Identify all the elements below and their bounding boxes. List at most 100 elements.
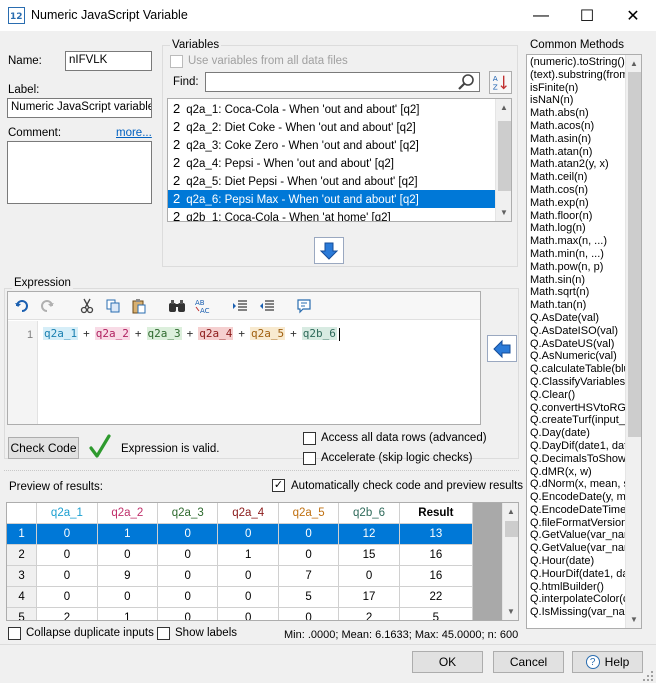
method-item[interactable]: Math.min(n, ...): [527, 248, 625, 261]
insert-method-button[interactable]: [487, 335, 517, 362]
search-icon[interactable]: [457, 73, 475, 91]
method-item[interactable]: Math.floor(n): [527, 210, 625, 223]
cancel-button[interactable]: Cancel: [493, 651, 564, 673]
method-item[interactable]: Q.ClassifyVariables(v: [527, 376, 625, 389]
method-item[interactable]: Q.EncodeDateTime(: [527, 504, 625, 517]
insert-variable-button[interactable]: [314, 237, 344, 264]
scroll-thumb[interactable]: [498, 121, 511, 191]
method-item[interactable]: Math.sin(n): [527, 274, 625, 287]
help-button[interactable]: ? Help: [572, 651, 643, 673]
redo-icon[interactable]: [38, 297, 56, 315]
find-binoculars-icon[interactable]: [168, 297, 186, 315]
undo-icon[interactable]: [13, 297, 31, 315]
more-link[interactable]: more...: [116, 127, 152, 139]
variable-item[interactable]: 2 q2a_2: Diet Coke - When 'out and about'…: [168, 118, 495, 136]
method-item[interactable]: isNaN(n): [527, 94, 625, 107]
method-item[interactable]: Q.calculateTable(blu: [527, 363, 625, 376]
table-row[interactable]: 4 0 0 0 0 5 17 22: [7, 586, 474, 608]
paste-icon[interactable]: [130, 297, 148, 315]
collapse-checkbox[interactable]: [8, 627, 21, 640]
all-sources-checkbox[interactable]: [170, 55, 183, 68]
variable-item[interactable]: 2 q2a_3: Coke Zero - When 'out and about'…: [168, 136, 495, 154]
scroll-up-arrow[interactable]: ▲: [496, 99, 511, 116]
sort-az-button[interactable]: A Z: [489, 71, 512, 94]
check-code-button[interactable]: Check Code: [8, 437, 79, 459]
method-item[interactable]: Math.atan(n): [527, 146, 625, 159]
method-item[interactable]: Q.createTurf(input_c: [527, 414, 625, 427]
close-button[interactable]: ✕: [610, 0, 656, 31]
outdent-icon[interactable]: [258, 297, 276, 315]
grid-scroll-thumb[interactable]: [505, 521, 518, 537]
method-item[interactable]: Math.atan2(y, x): [527, 158, 625, 171]
find-input[interactable]: [205, 72, 480, 92]
method-item[interactable]: Q.Clear(): [527, 389, 625, 402]
label-field[interactable]: Numeric JavaScript variable: [7, 98, 152, 118]
method-item[interactable]: Q.AsDate(val): [527, 312, 625, 325]
method-item[interactable]: Q.fileFormatVersion(: [527, 517, 625, 530]
method-item[interactable]: Math.tan(n): [527, 299, 625, 312]
auto-check-checkbox[interactable]: ✓: [272, 479, 285, 492]
variable-item[interactable]: 2 q2a_4: Pepsi - When 'out and about' [q2…: [168, 154, 495, 172]
method-item[interactable]: Q.Hour(date): [527, 555, 625, 568]
table-row[interactable]: 52100025: [7, 607, 474, 620]
method-item[interactable]: Q.AsNumeric(val): [527, 350, 625, 363]
method-item[interactable]: Q.htmlBuilder(): [527, 581, 625, 594]
variable-item[interactable]: 2 q2a_1: Coca-Cola - When 'out and about'…: [168, 100, 495, 118]
column-header[interactable]: q2a_5: [277, 503, 340, 524]
methods-scroll-thumb[interactable]: [628, 72, 641, 437]
method-item[interactable]: Q.dNorm(x, mean, sd: [527, 478, 625, 491]
method-item[interactable]: Q.DayDif(date1, date: [527, 440, 625, 453]
method-item[interactable]: Q.AsDateUS(val): [527, 338, 625, 351]
copy-icon[interactable]: [104, 297, 122, 315]
variables-list[interactable]: 2 q2a_1: Coca-Cola - When 'out and about'…: [167, 98, 512, 222]
ok-button[interactable]: OK: [412, 651, 483, 673]
cut-icon[interactable]: [78, 297, 96, 315]
methods-scroll-down-arrow[interactable]: ▼: [626, 611, 641, 628]
column-header[interactable]: q2a_1: [36, 503, 98, 524]
method-item[interactable]: Math.exp(n): [527, 197, 625, 210]
column-header[interactable]: q2b_6: [338, 503, 400, 524]
method-item[interactable]: Q.AsDateISO(val): [527, 325, 625, 338]
method-item[interactable]: Q.dMR(x, w): [527, 466, 625, 479]
table-row[interactable]: 1 0 1 0 0 0 12 13: [7, 523, 474, 545]
show-labels-checkbox[interactable]: [157, 627, 170, 640]
method-item[interactable]: Q.IsMissing(var_nam: [527, 606, 625, 619]
method-item[interactable]: Math.abs(n): [527, 107, 625, 120]
method-item[interactable]: Q.GetValue(var_nam: [527, 529, 625, 542]
method-item[interactable]: Q.interpolateColor(co: [527, 593, 625, 606]
variable-item[interactable]: 2 q2b_1: Coca-Cola - When 'at home' [q2]: [168, 208, 495, 221]
variable-item[interactable]: 2 q2a_6: Pepsi Max - When 'out and about'…: [168, 190, 495, 208]
methods-list[interactable]: (numeric).toString() (text).substring(fro…: [526, 54, 642, 629]
scroll-down-arrow[interactable]: ▼: [496, 204, 511, 221]
column-header[interactable]: q2a_3: [157, 503, 219, 524]
method-item[interactable]: Math.asin(n): [527, 133, 625, 146]
method-item[interactable]: Q.EncodeDate(y, m,: [527, 491, 625, 504]
method-item[interactable]: Q.convertHSVtoRGB: [527, 402, 625, 415]
method-item[interactable]: Q.DecimalsToShow(: [527, 453, 625, 466]
grid-scroll-up-arrow[interactable]: ▲: [503, 503, 518, 520]
indent-icon[interactable]: [231, 297, 249, 315]
preview-grid[interactable]: q2a_1 q2a_2 q2a_3 q2a_4 q2a_5 q2b_6 Result 1 0 1 0…: [6, 502, 519, 621]
method-item[interactable]: Math.sqrt(n): [527, 286, 625, 299]
replace-icon[interactable]: AB AC: [194, 297, 212, 315]
method-item[interactable]: (numeric).toString(): [527, 56, 625, 69]
methods-scroll-up-arrow[interactable]: ▲: [626, 55, 641, 72]
method-item[interactable]: Math.pow(n, p): [527, 261, 625, 274]
variables-scrollbar[interactable]: ▲ ▼: [495, 99, 511, 221]
column-header[interactable]: q2a_4: [217, 503, 279, 524]
column-header[interactable]: q2a_2: [96, 503, 159, 524]
method-item[interactable]: Math.acos(n): [527, 120, 625, 133]
method-item[interactable]: Math.log(n): [527, 222, 625, 235]
method-item[interactable]: Math.cos(n): [527, 184, 625, 197]
variable-item[interactable]: 2 q2a_5: Diet Pepsi - When 'out and about…: [168, 172, 495, 190]
grid-scroll-down-arrow[interactable]: ▼: [503, 603, 518, 620]
table-row[interactable]: 2 0 0 0 1 0 15 16: [7, 544, 474, 566]
method-item[interactable]: Math.max(n, ...): [527, 235, 625, 248]
column-header[interactable]: Result: [398, 503, 474, 524]
comment-icon[interactable]: [295, 297, 313, 315]
method-item[interactable]: Math.ceil(n): [527, 171, 625, 184]
minimize-button[interactable]: —: [518, 0, 564, 31]
comment-field[interactable]: [7, 141, 152, 204]
maximize-button[interactable]: ☐: [564, 0, 610, 31]
method-item[interactable]: Q.HourDif(date1, dat: [527, 568, 625, 581]
